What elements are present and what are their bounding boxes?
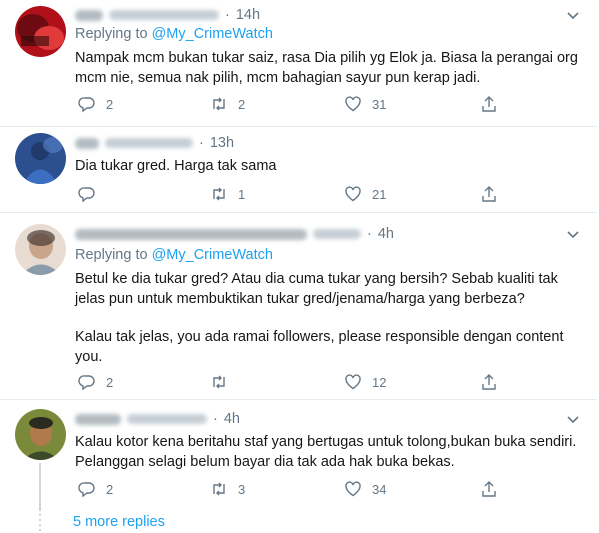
replying-to-label: Replying to: [75, 247, 148, 263]
share-button[interactable]: [480, 95, 498, 113]
tweet-4[interactable]: · 4h Kalau kotor kena beritahu staf yang…: [0, 399, 597, 511]
chevron-down-icon[interactable]: [566, 11, 580, 21]
author-row: · 14h: [75, 5, 260, 25]
chevron-down-icon[interactable]: [566, 230, 580, 240]
separator-dot: ·: [225, 7, 230, 23]
tweet-text: Betul ke dia tukar gred? Atau dia cuma t…: [75, 271, 564, 365]
like-button[interactable]: 34: [344, 480, 386, 498]
retweet-icon: [213, 482, 225, 496]
retweet-icon: [213, 375, 225, 389]
avatar[interactable]: [15, 224, 66, 275]
reply-icon: [78, 187, 95, 203]
timestamp[interactable]: 4h: [224, 411, 240, 427]
reply-icon: [78, 97, 95, 113]
display-name[interactable]: [75, 9, 103, 21]
display-name[interactable]: [75, 137, 99, 149]
timestamp[interactable]: 4h: [378, 226, 394, 242]
username[interactable]: [105, 138, 193, 148]
tweet-actions: 2 12: [78, 373, 508, 393]
separator-dot: ·: [367, 226, 372, 242]
username[interactable]: [313, 229, 361, 239]
thread-line: [39, 463, 41, 511]
tweet-text: Nampak mcm bukan tukar saiz, rasa Dia pi…: [75, 50, 578, 86]
like-button[interactable]: 12: [344, 373, 386, 391]
share-button[interactable]: [480, 373, 498, 391]
avatar[interactable]: [15, 409, 66, 460]
avatar[interactable]: [15, 6, 66, 57]
tweet-actions: 1 21: [78, 185, 508, 205]
like-count: 21: [372, 186, 387, 202]
username[interactable]: [127, 414, 207, 424]
display-name[interactable]: [75, 228, 307, 240]
share-button[interactable]: [480, 185, 498, 203]
share-icon: [482, 374, 496, 390]
like-count: 12: [372, 374, 387, 390]
retweet-button[interactable]: 2: [210, 95, 245, 113]
like-count: 34: [372, 481, 387, 497]
like-button[interactable]: 21: [344, 185, 386, 203]
like-count: 31: [372, 96, 387, 112]
like-icon: [345, 374, 361, 390]
retweet-icon: [213, 187, 225, 201]
tweet-text: Kalau kotor kena beritahu staf yang bert…: [75, 434, 577, 470]
retweet-icon: [213, 97, 225, 111]
separator-dot: ·: [199, 135, 204, 151]
tweet-actions: 2 2 31: [78, 95, 508, 115]
share-button[interactable]: [480, 480, 498, 498]
retweet-count: 1: [238, 186, 246, 202]
like-button[interactable]: 31: [344, 95, 386, 113]
tweet-actions: 2 3 34: [78, 480, 508, 500]
thread-dots: [39, 514, 41, 533]
tweet-text: Dia tukar gred. Harga tak sama: [75, 158, 277, 174]
author-row: · 4h: [75, 409, 240, 429]
author-row: · 4h: [75, 224, 394, 244]
reply-button[interactable]: 2: [78, 480, 113, 498]
replying-to: Replying to @My_CrimeWatch: [75, 26, 273, 42]
reply-count: 2: [106, 96, 114, 112]
replying-to: Replying to @My_CrimeWatch: [75, 247, 273, 263]
separator-dot: ·: [213, 411, 218, 427]
like-icon: [345, 481, 361, 497]
replying-to-label: Replying to: [75, 26, 148, 42]
reply-count: 2: [106, 374, 114, 390]
replying-to-handle[interactable]: @My_CrimeWatch: [152, 247, 273, 263]
reply-count: 2: [106, 481, 114, 497]
reply-icon: [78, 375, 95, 391]
retweet-button[interactable]: [210, 373, 238, 391]
timestamp[interactable]: 13h: [210, 135, 234, 151]
timestamp[interactable]: 14h: [236, 7, 260, 23]
like-icon: [345, 96, 361, 112]
share-icon: [482, 96, 496, 112]
tweet-1[interactable]: · 14h Replying to @My_CrimeWatch Nampak …: [0, 0, 597, 127]
retweet-button[interactable]: 1: [210, 185, 245, 203]
display-name[interactable]: [75, 413, 121, 425]
tweet-2[interactable]: · 13h Dia tukar gred. Harga tak sama 1 2…: [0, 126, 597, 213]
share-icon: [482, 186, 496, 202]
reply-icon: [78, 482, 95, 498]
username[interactable]: [109, 10, 219, 20]
retweet-count: 2: [238, 96, 246, 112]
chevron-down-icon[interactable]: [566, 415, 580, 425]
more-replies-link[interactable]: 5 more replies: [73, 514, 165, 530]
like-icon: [345, 186, 361, 202]
replying-to-handle[interactable]: @My_CrimeWatch: [152, 26, 273, 42]
reply-button[interactable]: 2: [78, 373, 113, 391]
retweet-button[interactable]: 3: [210, 480, 245, 498]
share-icon: [482, 481, 496, 497]
reply-button[interactable]: 2: [78, 95, 113, 113]
avatar[interactable]: [15, 133, 66, 184]
reply-button[interactable]: [78, 185, 106, 203]
author-row: · 13h: [75, 133, 234, 153]
retweet-count: 3: [238, 481, 246, 497]
tweet-3[interactable]: · 4h Replying to @My_CrimeWatch Betul ke…: [0, 212, 597, 400]
